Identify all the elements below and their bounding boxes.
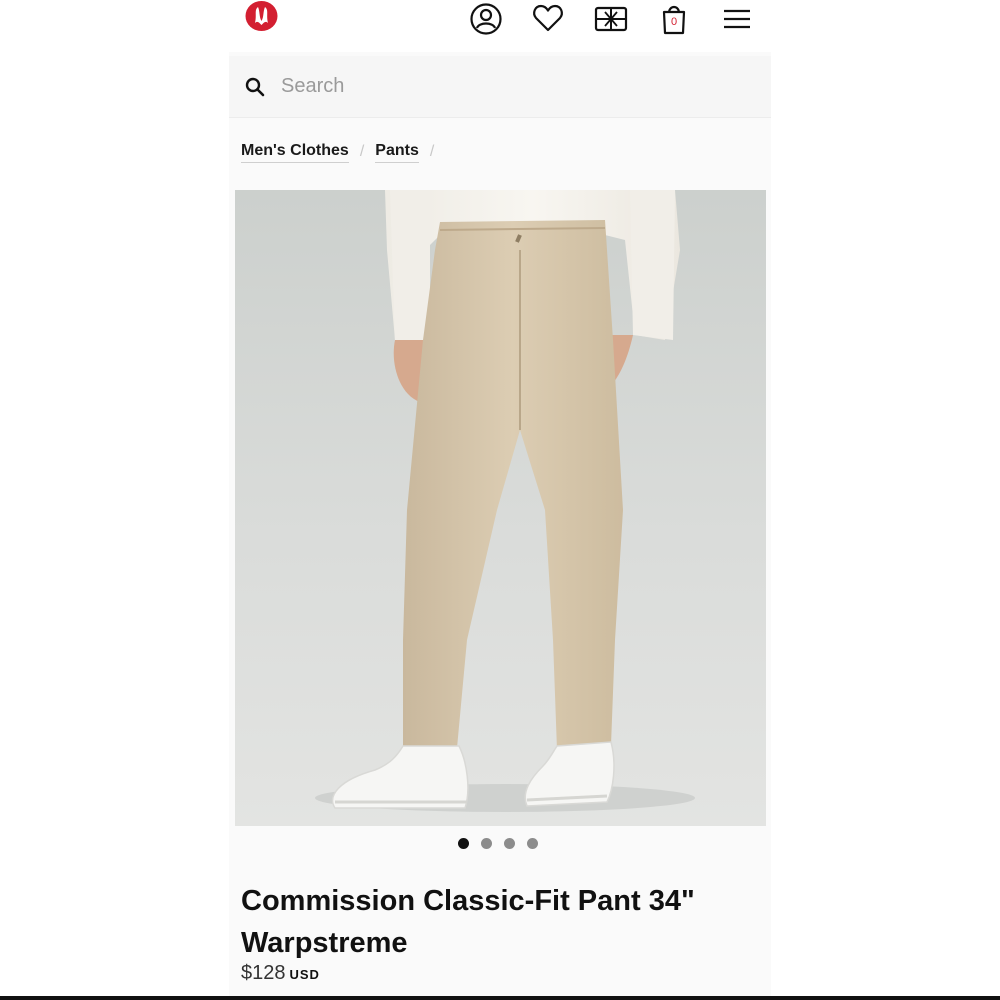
- search-icon: [245, 77, 265, 96]
- carousel-dot-4[interactable]: [527, 838, 538, 849]
- product-price-row: $128 USD: [241, 962, 320, 985]
- search-input[interactable]: [281, 75, 681, 98]
- wishlist-icon[interactable]: [531, 2, 565, 36]
- carousel-dot-3[interactable]: [504, 838, 515, 849]
- product-price: $128: [241, 962, 286, 984]
- bottom-divider: [0, 996, 1000, 1000]
- bag-count-badge: 0: [670, 16, 678, 28]
- gift-card-icon[interactable]: [594, 2, 628, 36]
- lululemon-logo[interactable]: [245, 1, 278, 31]
- menu-icon[interactable]: [720, 2, 754, 36]
- breadcrumb-pants[interactable]: Pants: [375, 142, 419, 163]
- image-carousel-dots: [458, 838, 538, 849]
- shopping-bag-icon[interactable]: 0: [657, 2, 691, 36]
- product-title: Commission Classic-Fit Pant 34" Warpstre…: [241, 885, 695, 959]
- carousel-dot-2[interactable]: [481, 838, 492, 849]
- carousel-dot-1[interactable]: [458, 838, 469, 849]
- site-header: 0: [229, 0, 771, 52]
- breadcrumb: Men's Clothes / Pants /: [241, 142, 445, 163]
- breadcrumb-mens-clothes[interactable]: Men's Clothes: [241, 142, 349, 163]
- breadcrumb-separator: /: [429, 142, 435, 160]
- price-currency: USD: [289, 967, 320, 982]
- search-bar[interactable]: [229, 56, 771, 118]
- account-icon[interactable]: [469, 2, 503, 36]
- product-image[interactable]: [235, 190, 766, 826]
- breadcrumb-separator: /: [359, 142, 365, 160]
- mobile-page: 0 Men's Clothes / Pants /: [229, 0, 771, 1000]
